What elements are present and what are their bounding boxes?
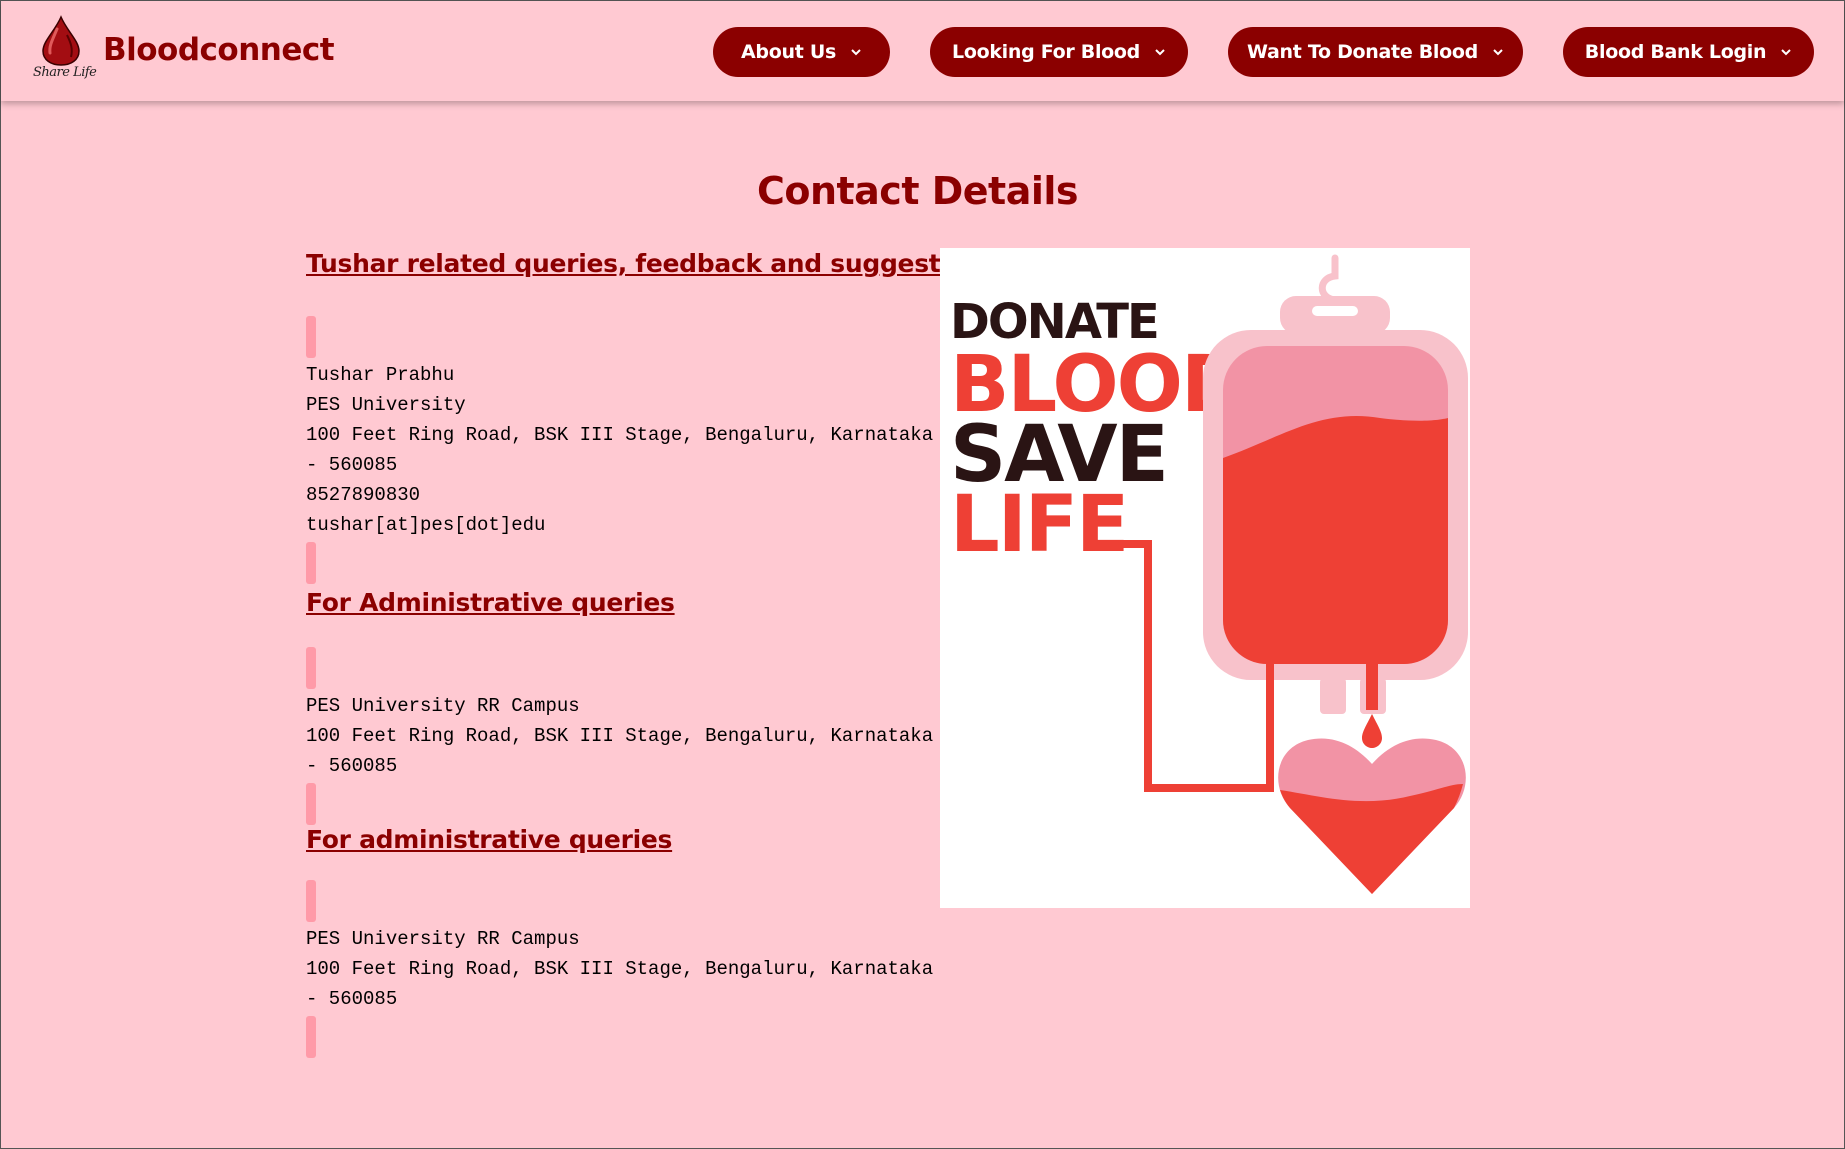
nav-want-to-donate-label: Want To Donate Blood <box>1247 41 1478 63</box>
accent-bar <box>306 783 316 825</box>
accent-bar <box>306 1016 316 1058</box>
nav-blood-bank-login-label: Blood Bank Login <box>1584 41 1767 63</box>
donate-blood-poster: DONATE BLOOD SAVE LIFE <box>940 248 1470 908</box>
accent-bar <box>306 542 316 584</box>
contact-address-admin-2: PES University RR Campus 100 Feet Ring R… <box>306 928 934 1010</box>
chevron-down-icon <box>851 49 861 56</box>
accent-bar <box>306 647 316 689</box>
chevron-down-icon <box>1493 49 1503 56</box>
accent-bar <box>306 880 316 922</box>
contact-address-tushar: Tushar Prabhu PES University 100 Feet Ri… <box>306 364 934 536</box>
page-title: Contact Details <box>756 169 1079 213</box>
contact-heading-admin-2[interactable]: For administrative queries <box>306 825 946 854</box>
nav-looking-for-blood-label: Looking For Blood <box>952 41 1140 63</box>
contact-heading-admin-1[interactable]: For Administrative queries <box>306 588 946 617</box>
nav-want-to-donate-button[interactable]: Want To Donate Blood <box>1228 27 1523 77</box>
chevron-down-icon <box>1781 49 1791 56</box>
nav-blood-bank-login-button[interactable]: Blood Bank Login <box>1563 27 1814 77</box>
nav-about-us-button[interactable]: About Us <box>713 27 890 77</box>
logo-text: Share Life <box>33 65 97 80</box>
accent-bar <box>306 316 316 358</box>
blood-bag-illustration <box>1120 254 1468 894</box>
brand-name[interactable]: Bloodconnect <box>103 32 335 68</box>
nav-about-us-label: About Us <box>741 41 836 63</box>
contact-details-section: Tushar related queries, feedback and sug… <box>306 249 998 1058</box>
contact-address-admin-1: PES University RR Campus 100 Feet Ring R… <box>306 695 934 777</box>
navbar: Share Life Bloodconnect About Us Looking… <box>1 1 1844 101</box>
blood-drop-logo: Share Life <box>31 15 97 85</box>
brand[interactable]: Share Life Bloodconnect <box>31 15 335 85</box>
chevron-down-icon <box>1155 49 1165 56</box>
nav-looking-for-blood-button[interactable]: Looking For Blood <box>930 27 1188 77</box>
contact-heading-tushar[interactable]: Tushar related queries, feedback and sug… <box>306 249 998 278</box>
